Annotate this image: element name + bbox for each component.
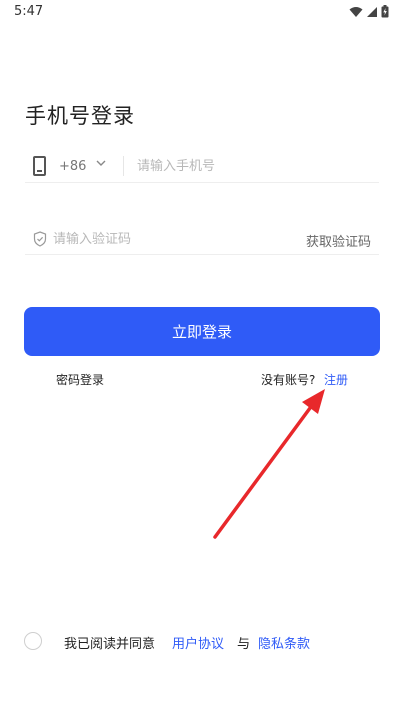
agree-checkbox[interactable] <box>24 632 42 650</box>
no-account-label: 没有账号? <box>261 373 316 387</box>
phone-field-row: +86 <box>25 150 379 183</box>
agreement-row: 我已阅读并同意 用户协议 与 隐私条款 <box>24 631 384 653</box>
status-bar: 5:47 <box>0 0 403 24</box>
login-button[interactable]: 立即登录 <box>24 307 380 356</box>
shield-icon <box>33 231 47 247</box>
code-field-row: 获取验证码 <box>25 223 379 255</box>
wifi-icon <box>349 6 363 17</box>
signal-icon <box>367 6 377 17</box>
agreement-and: 与 <box>237 637 251 652</box>
agreement-text: 我已阅读并同意 <box>64 637 156 652</box>
user-agreement-link[interactable]: 用户协议 <box>172 633 224 652</box>
chevron-down-icon[interactable] <box>95 157 107 169</box>
status-icons <box>349 5 389 18</box>
page-title: 手机号登录 <box>25 104 135 128</box>
register-link[interactable]: 注册 <box>324 371 348 388</box>
phone-icon <box>33 156 46 176</box>
login-page: 5:47 手机号登录 +86 获取 <box>0 0 403 716</box>
country-code[interactable]: +86 <box>59 159 86 174</box>
password-login-link[interactable]: 密码登录 <box>56 371 104 388</box>
phone-input[interactable] <box>137 154 367 178</box>
divider <box>123 156 124 176</box>
status-time: 5:47 <box>14 4 44 19</box>
battery-icon <box>381 5 389 18</box>
privacy-policy-link[interactable]: 隐私条款 <box>258 633 310 652</box>
code-input[interactable] <box>53 227 273 251</box>
get-code-button[interactable]: 获取验证码 <box>306 231 371 250</box>
